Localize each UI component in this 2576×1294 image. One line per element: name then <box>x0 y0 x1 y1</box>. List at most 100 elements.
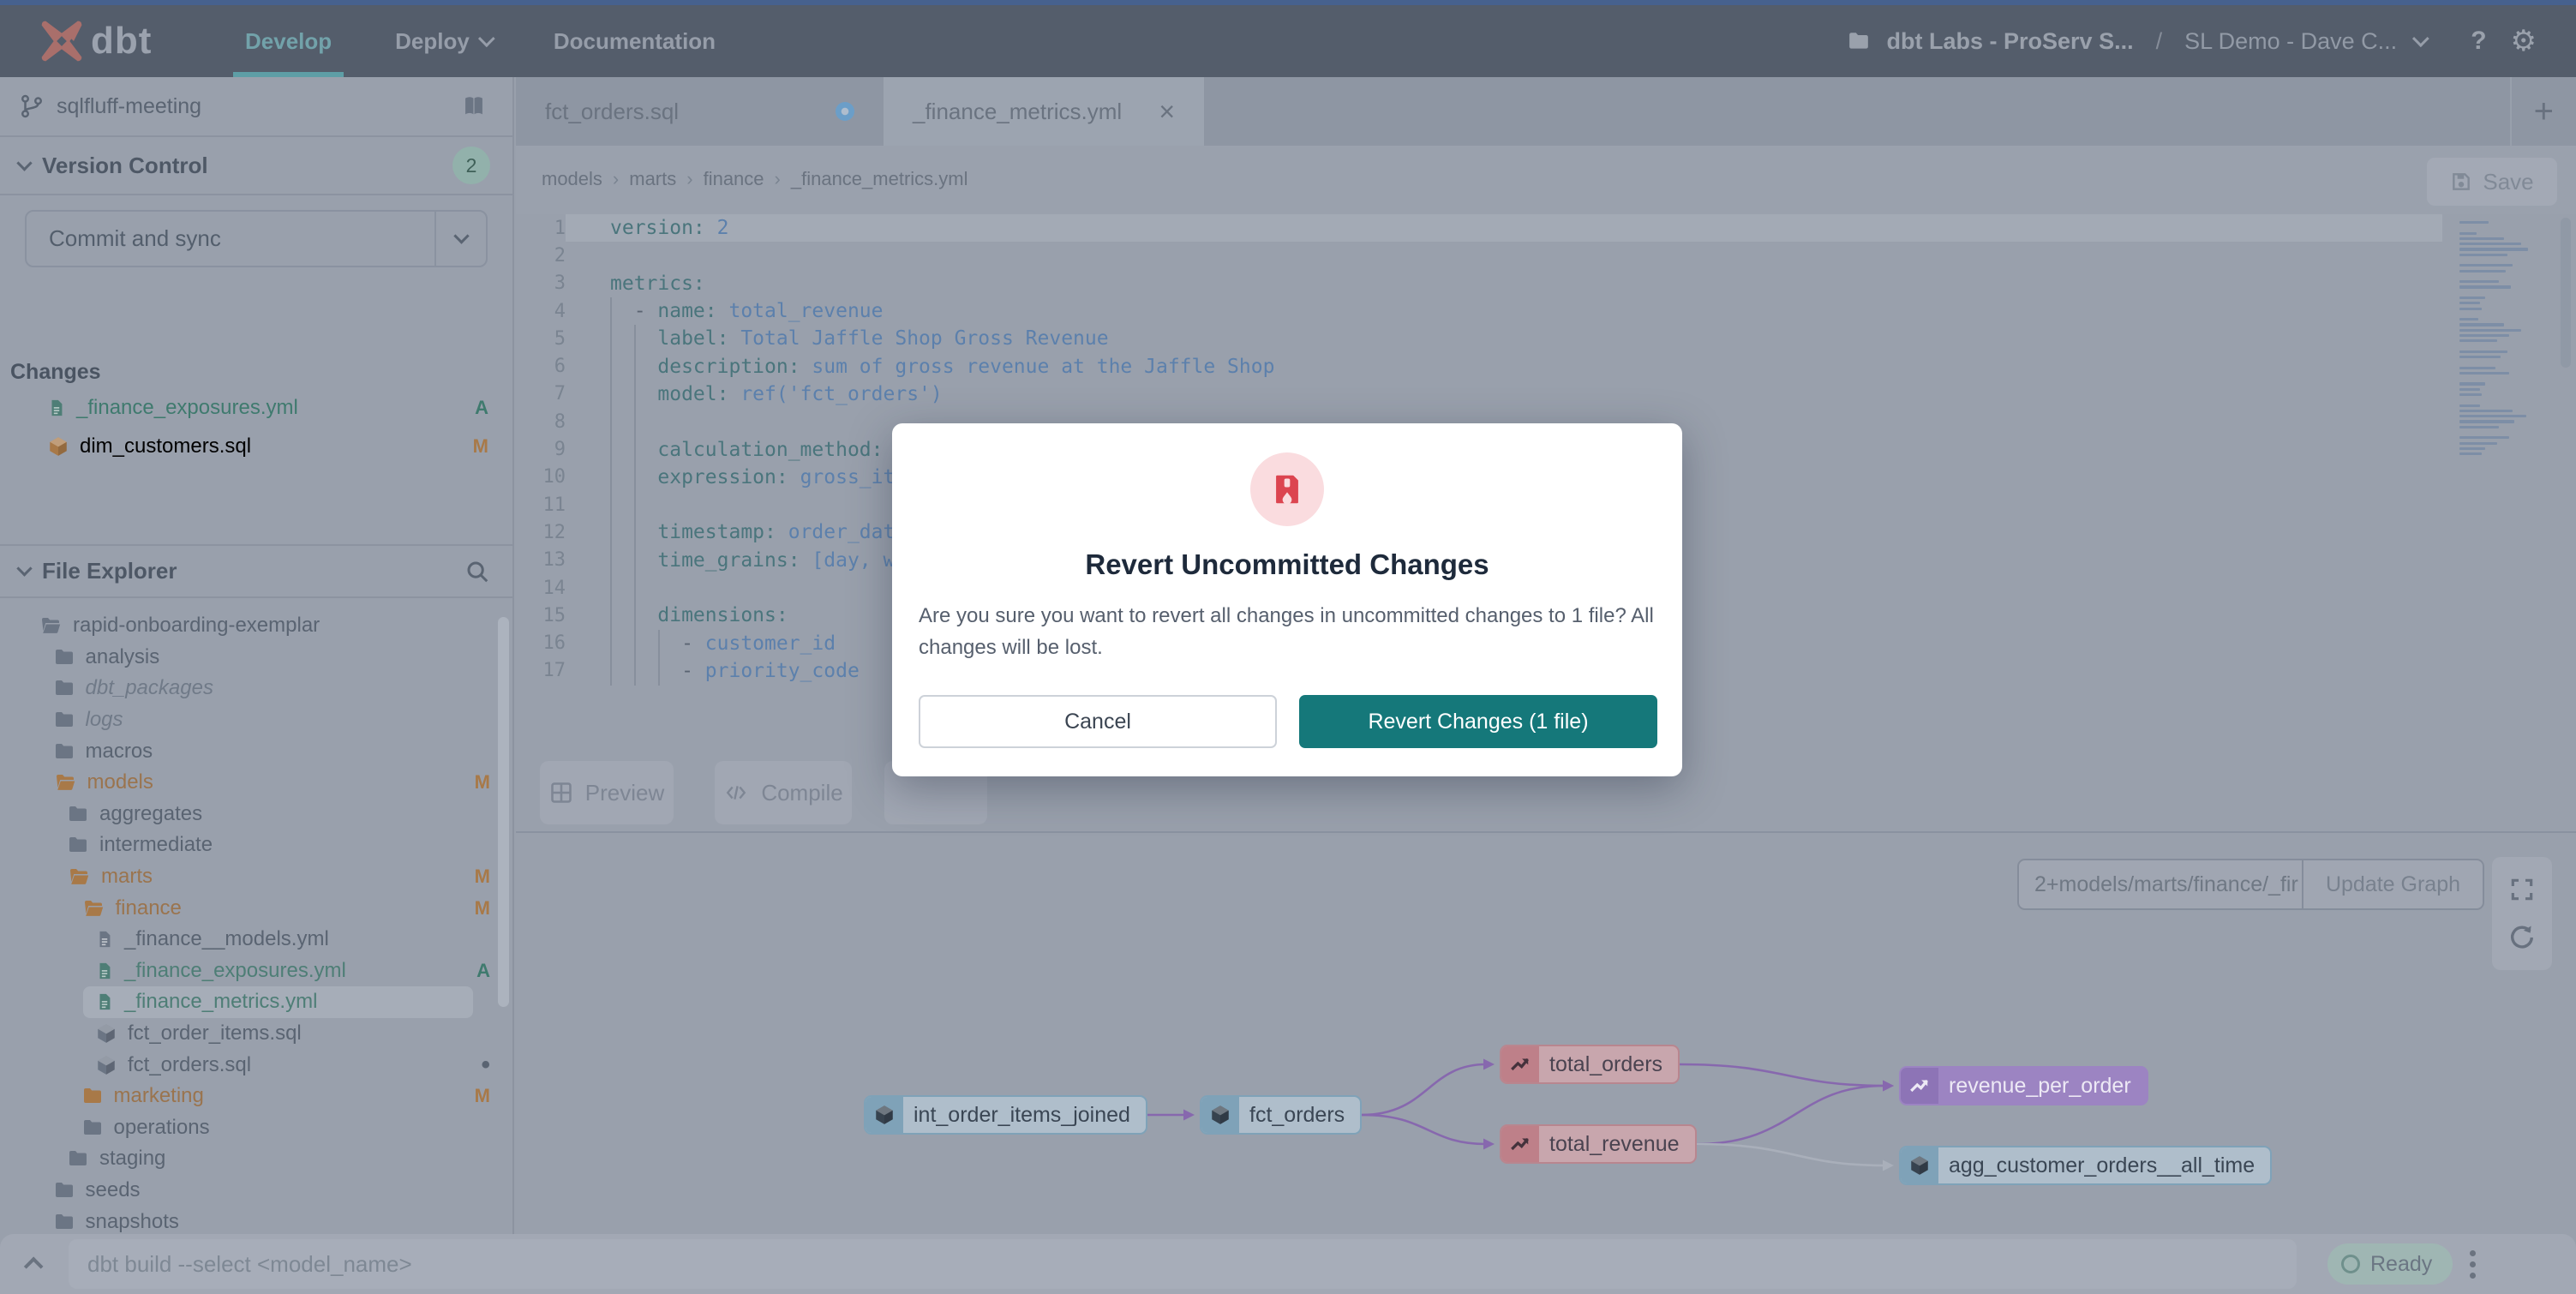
chevron-down-icon <box>478 30 495 47</box>
code-line[interactable]: 3metrics: <box>516 270 2576 297</box>
lineage-graph[interactable]: Update Graph int_order_items_joined fct_… <box>516 833 2576 1234</box>
tab-finance-metrics[interactable]: _finance_metrics.yml × <box>884 77 1204 146</box>
file-tree-item-fct-order-items-sql[interactable]: fct_order_items.sql <box>0 1018 512 1050</box>
file-tree-item-snapshots[interactable]: snapshots <box>0 1206 512 1237</box>
line-number: 15 <box>516 605 566 626</box>
file-tree-item-rapid-onboarding-exemplar[interactable]: rapid-onboarding-exemplar <box>0 610 512 642</box>
folder-icon <box>67 1148 89 1169</box>
yml-file-icon <box>95 991 114 1013</box>
file-name: finance <box>116 896 182 920</box>
environment-selector[interactable]: SL Demo - Dave C... <box>2184 28 2397 55</box>
refresh-icon[interactable] <box>2507 923 2537 952</box>
code-icon <box>723 782 749 804</box>
revert-changes-button[interactable]: Revert Changes (1 file) <box>1299 695 1657 748</box>
version-control-header[interactable]: Version Control 2 <box>0 137 512 195</box>
code-line[interactable]: 1version: 2 <box>516 214 2576 242</box>
fullscreen-icon[interactable] <box>2508 876 2536 903</box>
cancel-button[interactable]: Cancel <box>919 695 1277 748</box>
tab-fct-orders[interactable]: fct_orders.sql <box>516 77 884 146</box>
expand-panel-chevron-icon[interactable] <box>24 1257 44 1277</box>
change-row[interactable]: _finance_exposures.yml A <box>0 392 512 423</box>
code-line[interactable]: 6 description: sum of gross revenue at t… <box>516 353 2576 380</box>
minimap[interactable] <box>2459 221 2533 458</box>
file-tree-item-finance[interactable]: financeM <box>0 892 512 924</box>
help-button[interactable]: ? <box>2471 27 2486 56</box>
new-tab-button[interactable]: + <box>2534 93 2554 131</box>
save-button[interactable]: Save <box>2427 158 2557 206</box>
commit-options-caret[interactable] <box>434 212 486 266</box>
nav-item-documentation[interactable]: Documentation <box>554 5 716 77</box>
nav-item-deploy[interactable]: Deploy <box>395 5 490 77</box>
lineage-node-total_orders[interactable]: total_orders <box>1500 1045 1680 1084</box>
compile-button[interactable]: Compile <box>715 761 852 824</box>
file-tree-item-staging[interactable]: staging <box>0 1143 512 1175</box>
dbt-command-input[interactable] <box>69 1239 2297 1289</box>
breadcrumb-item[interactable]: models <box>542 168 602 190</box>
file-tree-scrollbar[interactable] <box>498 617 509 1007</box>
breadcrumb-separator: › <box>775 168 781 190</box>
file-tree-item-logs[interactable]: logs <box>0 704 512 736</box>
model-cube-icon <box>95 1022 117 1045</box>
code-line[interactable]: 7 model: ref('fct_orders') <box>516 380 2576 408</box>
file-name: _finance__models.yml <box>124 927 329 951</box>
file-tree-item-intermediate[interactable]: intermediate <box>0 830 512 861</box>
file-tree-item-fct-orders-sql[interactable]: fct_orders.sql• <box>0 1049 512 1081</box>
file-name: intermediate <box>99 833 213 857</box>
lineage-node-total_revenue[interactable]: total_revenue <box>1500 1124 1697 1164</box>
file-tree-item-models[interactable]: modelsM <box>0 767 512 799</box>
unsaved-dot-icon <box>836 102 854 121</box>
lineage-node-int_order_items_joined[interactable]: int_order_items_joined <box>864 1095 1147 1135</box>
file-tree-item-analysis[interactable]: analysis <box>0 642 512 674</box>
preview-button[interactable]: Preview <box>540 761 674 824</box>
file-tree-item-operations[interactable]: operations <box>0 1112 512 1144</box>
file-tree-item-marketing[interactable]: marketingM <box>0 1081 512 1112</box>
breadcrumb-item[interactable]: marts <box>629 168 676 190</box>
folder-icon <box>53 647 75 668</box>
section-title: File Explorer <box>42 558 177 584</box>
file-tree-item-aggregates[interactable]: aggregates <box>0 799 512 830</box>
file-tree-item--finance-exposures-yml[interactable]: _finance_exposures.ymlA <box>0 956 512 987</box>
line-number: 3 <box>516 273 566 294</box>
code-line[interactable]: 4 - name: total_revenue <box>516 297 2576 325</box>
change-file-name: _finance_exposures.yml <box>76 396 298 420</box>
file-name: logs <box>86 708 123 732</box>
brand-text: dbt <box>91 20 152 63</box>
breadcrumb-item[interactable]: _finance_metrics.yml <box>791 168 968 190</box>
file-tree-item-macros[interactable]: macros <box>0 735 512 767</box>
lineage-node-agg_customer_orders__all_time[interactable]: agg_customer_orders__all_time <box>1899 1146 2272 1185</box>
search-icon[interactable] <box>464 559 490 584</box>
project-name[interactable]: dbt Labs - ProServ S... <box>1887 28 2134 55</box>
breadcrumb-item[interactable]: finance <box>704 168 764 190</box>
file-tree-item--finance-models-yml[interactable]: _finance__models.yml <box>0 924 512 956</box>
graph-selector-input[interactable] <box>2019 860 2302 908</box>
metric-icon <box>1508 1133 1532 1155</box>
breadcrumb: models›marts›finance›_finance_metrics.ym… <box>542 168 968 190</box>
file-tree-item-marts[interactable]: martsM <box>0 861 512 893</box>
docs-book-icon[interactable] <box>459 94 488 118</box>
model-cube-icon <box>47 435 69 458</box>
model-cube-icon <box>1209 1104 1231 1126</box>
lineage-node-fct_orders[interactable]: fct_orders <box>1200 1095 1362 1135</box>
file-explorer-header[interactable]: File Explorer <box>0 544 512 598</box>
code-line[interactable]: 5 label: Total Jaffle Shop Gross Revenue <box>516 325 2576 352</box>
code-line[interactable]: 2 <box>516 242 2576 269</box>
nav-item-develop[interactable]: Develop <box>245 5 332 77</box>
dbt-logo[interactable]: dbt <box>38 17 166 65</box>
file-tree-item-seeds[interactable]: seeds <box>0 1175 512 1207</box>
commit-and-sync-button[interactable]: Commit and sync <box>25 210 488 267</box>
file-tree-item-dbt-packages[interactable]: dbt_packages <box>0 673 512 704</box>
file-name: staging <box>99 1147 165 1171</box>
line-number: 16 <box>516 632 566 654</box>
close-icon[interactable]: × <box>1159 103 1175 120</box>
metric-icon <box>1901 1068 1938 1104</box>
kebab-menu[interactable] <box>2470 1250 2476 1279</box>
change-row[interactable]: dim_customers.sql M <box>0 430 512 462</box>
update-graph-button[interactable]: Update Graph <box>2302 860 2483 908</box>
line-number: 9 <box>516 439 566 460</box>
file-name: macros <box>86 740 153 764</box>
file-tree-item--finance-metrics-yml[interactable]: _finance_metrics.yml <box>0 986 512 1018</box>
metric-icon <box>1501 1126 1539 1162</box>
lineage-node-revenue_per_order[interactable]: revenue_per_order <box>1899 1066 2148 1105</box>
editor-scrollbar[interactable] <box>2561 218 2571 368</box>
gear-icon[interactable]: ⚙ <box>2511 24 2537 58</box>
